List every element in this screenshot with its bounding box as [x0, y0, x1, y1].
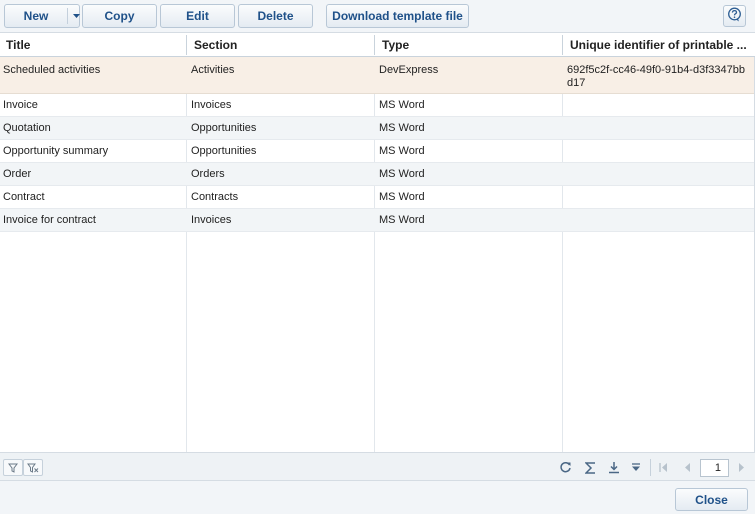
close-button[interactable]: Close [675, 488, 748, 511]
header-separator[interactable] [374, 35, 375, 55]
help-button[interactable] [723, 5, 746, 27]
cell-section: Invoices [191, 214, 232, 226]
table-row[interactable]: Invoice Invoices MS Word [0, 94, 754, 117]
cell-section: Opportunities [191, 122, 257, 134]
table-row[interactable]: Invoice for contract Invoices MS Word [0, 209, 754, 232]
export-icon[interactable] [606, 459, 622, 476]
next-page-icon[interactable] [734, 459, 748, 476]
clear-filter-icon[interactable] [23, 459, 43, 476]
cell-title: Order [3, 168, 32, 180]
download-template-button[interactable]: Download template file [326, 4, 469, 28]
column-header-title[interactable]: Title [6, 33, 182, 57]
menu-down-icon[interactable] [628, 459, 644, 476]
cell-type: MS Word [379, 168, 425, 180]
pager-separator [650, 459, 651, 476]
cell-title: Scheduled activities [3, 64, 101, 76]
filter-icon[interactable] [3, 459, 23, 476]
sum-icon[interactable] [582, 459, 598, 476]
cell-title: Invoice [3, 99, 38, 111]
table-row[interactable]: Opportunity summary Opportunities MS Wor… [0, 140, 754, 163]
grid-footer: 1 [0, 452, 755, 481]
header-separator[interactable] [186, 35, 187, 55]
download-template-label: Download template file [332, 9, 463, 23]
new-button-label: New [23, 9, 49, 23]
copy-button[interactable]: Copy [82, 4, 157, 28]
cell-uid: 692f5c2f-cc46-49f0-91b4-d3f3347bbd17 [567, 64, 745, 89]
help-icon [727, 7, 742, 25]
column-header-section[interactable]: Section [194, 33, 370, 57]
header-separator[interactable] [562, 35, 563, 55]
first-page-icon[interactable] [656, 459, 670, 476]
table-row[interactable]: Contract Contracts MS Word [0, 186, 754, 209]
refresh-icon[interactable] [557, 459, 573, 476]
toolbar: New Copy Edit Delete Download template f… [0, 0, 755, 33]
cell-type: MS Word [379, 145, 425, 157]
cell-section: Invoices [191, 99, 232, 111]
cell-title: Contract [3, 191, 45, 203]
cell-type: MS Word [379, 214, 425, 226]
edit-button-label: Edit [186, 9, 209, 23]
close-button-label: Close [695, 492, 728, 507]
column-header-type[interactable]: Type [382, 33, 558, 57]
cell-type: MS Word [379, 122, 425, 134]
cell-title: Opportunity summary [3, 145, 109, 157]
page-number-input[interactable]: 1 [700, 459, 729, 477]
grid-header: Title Section Type Unique identifier of … [0, 33, 755, 57]
cell-type: DevExpress [379, 64, 439, 76]
cell-title: Quotation [3, 122, 51, 134]
delete-button-label: Delete [257, 9, 294, 23]
cell-section: Activities [191, 64, 235, 76]
cell-title: Invoice for contract [3, 214, 96, 226]
previous-page-icon[interactable] [680, 459, 694, 476]
cell-type: MS Word [379, 191, 425, 203]
dialog-footer [0, 481, 755, 514]
column-header-uid[interactable]: Unique identifier of printable ... [570, 33, 750, 57]
cell-type: MS Word [379, 99, 425, 111]
delete-button[interactable]: Delete [238, 4, 313, 28]
table-row[interactable]: Quotation Opportunities MS Word [0, 117, 754, 140]
templates-grid: Title Section Type Unique identifier of … [0, 33, 755, 452]
copy-button-label: Copy [104, 9, 135, 23]
edit-button[interactable]: Edit [160, 4, 235, 28]
new-button[interactable]: New [4, 4, 80, 28]
table-row[interactable]: Order Orders MS Word [0, 163, 754, 186]
table-row[interactable]: Scheduled activities Activities DevExpre… [0, 57, 754, 94]
cell-section: Contracts [191, 191, 239, 203]
cell-section: Opportunities [191, 145, 257, 157]
cell-section: Orders [191, 168, 225, 180]
